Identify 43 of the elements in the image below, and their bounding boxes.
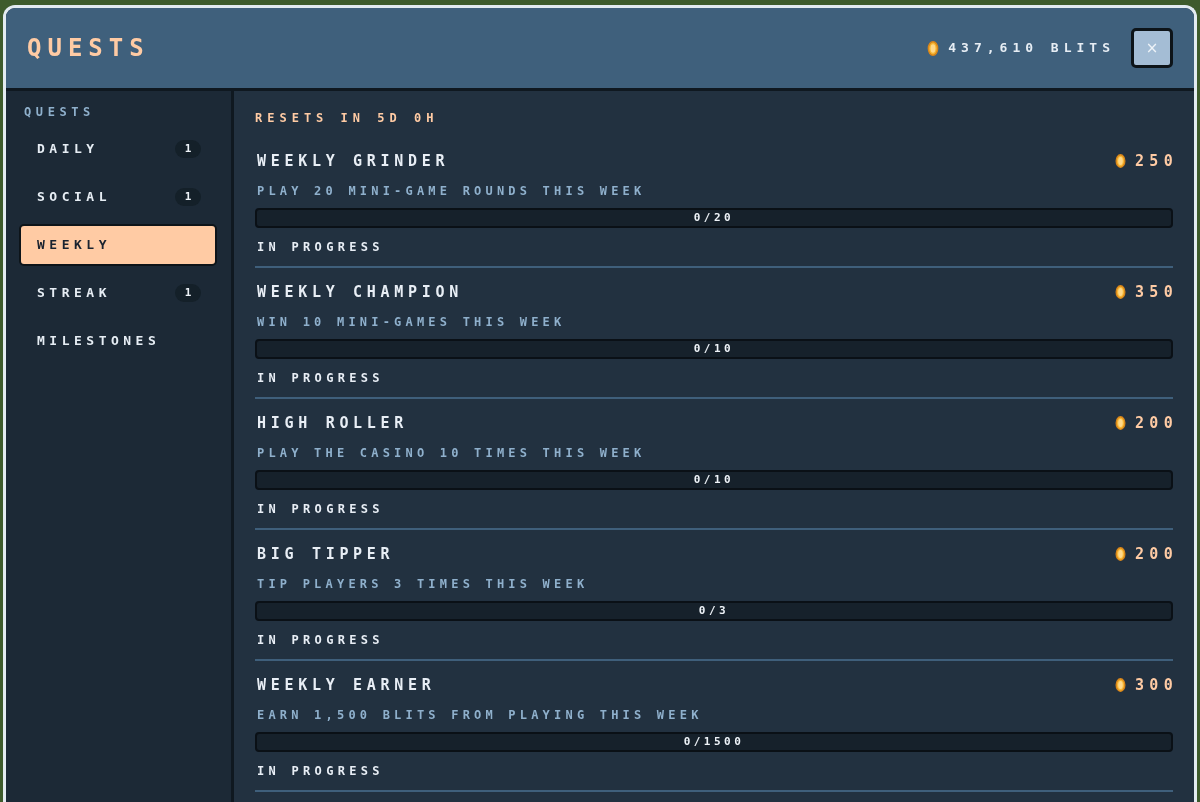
reward-amount: 300: [1135, 675, 1178, 695]
reward-amount: 200: [1135, 413, 1178, 433]
coin-icon: [927, 40, 940, 56]
sidebar-item[interactable]: SOCIAL 1: [19, 176, 217, 218]
quest-title: HIGH ROLLER: [257, 413, 409, 434]
sidebar-item[interactable]: WEEKLY: [19, 224, 217, 266]
quest-status: IN PROGRESS: [256, 764, 385, 778]
coin-icon: [1115, 416, 1126, 430]
quest-description: TIP PLAYERS 3 TIMES THIS WEEK: [256, 577, 590, 591]
count-badge: 1: [175, 140, 201, 158]
coin-icon: [1115, 547, 1126, 561]
quest-title: WEEKLY GRINDER: [257, 151, 450, 172]
quest-description: PLAY 20 MINI-GAME ROUNDS THIS WEEK: [256, 184, 647, 198]
quest-description: PLAY THE CASINO 10 TIMES THIS WEEK: [256, 446, 647, 460]
window-title: QUESTS: [27, 34, 150, 62]
quest-title: BIG TIPPER: [257, 544, 395, 565]
count-badge: 1: [175, 284, 201, 302]
quest-title: WEEKLY CHAMPION: [257, 282, 463, 303]
progress-text: 0/20: [693, 211, 735, 225]
reward-amount: 350: [1135, 282, 1178, 302]
sidebar-item[interactable]: DAILY 1: [19, 128, 217, 170]
progress-text: 0/10: [693, 473, 735, 487]
reward-amount: 250: [1135, 151, 1178, 171]
quest-status: IN PROGRESS: [256, 371, 385, 385]
quest-status: IN PROGRESS: [256, 633, 385, 647]
sidebar-item[interactable]: STREAK 1: [19, 272, 217, 314]
sidebar-item[interactable]: MILESTONES: [19, 320, 217, 362]
quest-status: IN PROGRESS: [256, 502, 385, 516]
progress-text: 0/10: [693, 342, 735, 356]
sidebar-heading: QUESTS: [23, 105, 96, 119]
progress-text: 0/3: [698, 604, 730, 618]
count-badge: 1: [175, 188, 201, 206]
quest-description: WIN 10 MINI-GAMES THIS WEEK: [256, 315, 567, 329]
quest-title: WEEKLY EARNER: [257, 675, 436, 696]
coin-icon: [1115, 285, 1126, 299]
reset-notice: RESETS IN 5D 0H: [255, 110, 440, 126]
balance-text: 437,610 BLITS: [948, 40, 1115, 56]
progress-text: 0/1500: [683, 735, 745, 749]
coin-icon: [1115, 678, 1126, 692]
quest-status: IN PROGRESS: [256, 240, 385, 254]
coin-icon: [1115, 154, 1126, 168]
quest-description: EARN 1,500 BLITS FROM PLAYING THIS WEEK: [256, 708, 704, 722]
reward-amount: 200: [1135, 544, 1178, 564]
